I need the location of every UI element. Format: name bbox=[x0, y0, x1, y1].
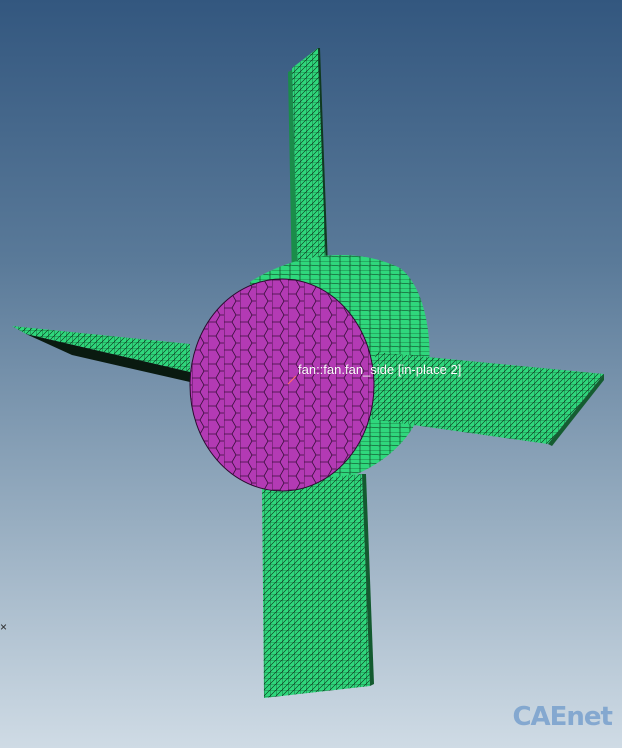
blade-left[interactable] bbox=[12, 326, 190, 382]
graphics-viewport[interactable]: fan::fan.fan_side [in-place 2] × CAEnet bbox=[0, 0, 622, 748]
left-edge-mark: × bbox=[0, 620, 8, 634]
watermark-logo: CAEnet bbox=[512, 702, 613, 732]
hub-front-face[interactable] bbox=[189, 278, 375, 492]
probe-label: fan::fan.fan_side [in-place 2] bbox=[298, 362, 462, 377]
blade-bottom[interactable] bbox=[262, 474, 374, 698]
blade-top[interactable] bbox=[288, 48, 328, 282]
